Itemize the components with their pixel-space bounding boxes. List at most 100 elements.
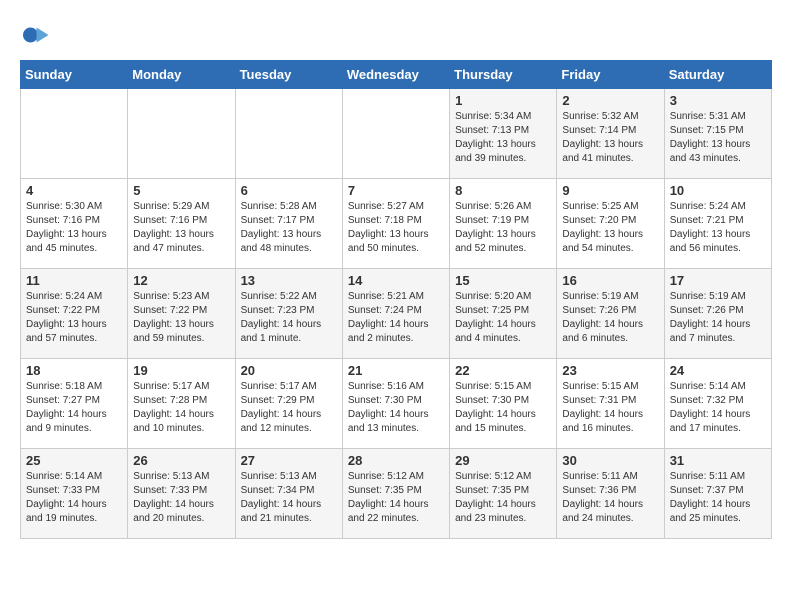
logo <box>20 20 55 50</box>
calendar-cell: 12 Sunrise: 5:23 AM Sunset: 7:22 PM Dayli… <box>128 269 235 359</box>
day-number: 22 <box>455 363 551 378</box>
day-number: 30 <box>562 453 658 468</box>
calendar-cell <box>128 89 235 179</box>
calendar-cell: 14Sunrise: 5:21 AM Sunset: 7:24 PM Dayli… <box>342 269 449 359</box>
day-info: Sunrise: 5:30 AM Sunset: 7:16 PM Dayligh… <box>26 200 122 256</box>
header-saturday: Saturday <box>664 61 771 89</box>
calendar-cell: 15 Sunrise: 5:20 AM Sunset: 7:25 PM Dayli… <box>450 269 557 359</box>
day-number: 14 <box>348 273 444 288</box>
calendar-cell: 7 Sunrise: 5:27 AM Sunset: 7:18 PM Daylig… <box>342 179 449 269</box>
day-info: Sunrise: 5:13 AM Sunset: 7:34 PM Dayligh… <box>241 470 337 526</box>
day-info: Sunrise: 5:20 AM Sunset: 7:25 PM Dayligh… <box>455 290 551 346</box>
day-info: Sunrise: 5:28 AM Sunset: 7:17 PM Dayligh… <box>241 200 337 256</box>
calendar-cell: 26 Sunrise: 5:13 AM Sunset: 7:33 PM Dayli… <box>128 449 235 539</box>
week-row-4: 25Sunrise: 5:14 AM Sunset: 7:33 PM Dayli… <box>21 449 772 539</box>
day-number: 12 <box>133 273 229 288</box>
week-row-3: 18Sunrise: 5:18 AM Sunset: 7:27 PM Dayli… <box>21 359 772 449</box>
day-info: Sunrise: 5:15 AM Sunset: 7:30 PM Dayligh… <box>455 380 551 436</box>
day-info: Sunrise: 5:23 AM Sunset: 7:22 PM Dayligh… <box>133 290 229 346</box>
day-info: Sunrise: 5:29 AM Sunset: 7:16 PM Dayligh… <box>133 200 229 256</box>
day-info: Sunrise: 5:24 AM Sunset: 7:21 PM Dayligh… <box>670 200 766 256</box>
calendar-cell: 6 Sunrise: 5:28 AM Sunset: 7:17 PM Daylig… <box>235 179 342 269</box>
day-number: 28 <box>348 453 444 468</box>
day-info: Sunrise: 5:11 AM Sunset: 7:37 PM Dayligh… <box>670 470 766 526</box>
day-number: 29 <box>455 453 551 468</box>
day-number: 23 <box>562 363 658 378</box>
day-info: Sunrise: 5:18 AM Sunset: 7:27 PM Dayligh… <box>26 380 122 436</box>
day-info: Sunrise: 5:12 AM Sunset: 7:35 PM Dayligh… <box>348 470 444 526</box>
day-info: Sunrise: 5:17 AM Sunset: 7:29 PM Dayligh… <box>241 380 337 436</box>
day-info: Sunrise: 5:32 AM Sunset: 7:14 PM Dayligh… <box>562 110 658 166</box>
day-number: 25 <box>26 453 122 468</box>
day-info: Sunrise: 5:24 AM Sunset: 7:22 PM Dayligh… <box>26 290 122 346</box>
day-number: 16 <box>562 273 658 288</box>
day-number: 5 <box>133 183 229 198</box>
calendar-cell: 10 Sunrise: 5:24 AM Sunset: 7:21 PM Dayli… <box>664 179 771 269</box>
day-info: Sunrise: 5:27 AM Sunset: 7:18 PM Dayligh… <box>348 200 444 256</box>
calendar-cell <box>235 89 342 179</box>
page-header <box>20 20 772 50</box>
day-number: 31 <box>670 453 766 468</box>
day-number: 21 <box>348 363 444 378</box>
calendar-cell: 2 Sunrise: 5:32 AM Sunset: 7:14 PM Daylig… <box>557 89 664 179</box>
calendar-cell: 18Sunrise: 5:18 AM Sunset: 7:27 PM Dayli… <box>21 359 128 449</box>
day-number: 2 <box>562 93 658 108</box>
header-thursday: Thursday <box>450 61 557 89</box>
calendar-cell: 27 Sunrise: 5:13 AM Sunset: 7:34 PM Dayli… <box>235 449 342 539</box>
day-number: 24 <box>670 363 766 378</box>
calendar-table: SundayMondayTuesdayWednesdayThursdayFrid… <box>20 60 772 539</box>
calendar-cell: 11 Sunrise: 5:24 AM Sunset: 7:22 PM Dayli… <box>21 269 128 359</box>
calendar-cell: 3Sunrise: 5:31 AM Sunset: 7:15 PM Daylig… <box>664 89 771 179</box>
day-number: 10 <box>670 183 766 198</box>
day-number: 4 <box>26 183 122 198</box>
calendar-cell: 23Sunrise: 5:15 AM Sunset: 7:31 PM Dayli… <box>557 359 664 449</box>
calendar-cell: 17 Sunrise: 5:19 AM Sunset: 7:26 PM Dayli… <box>664 269 771 359</box>
day-info: Sunrise: 5:26 AM Sunset: 7:19 PM Dayligh… <box>455 200 551 256</box>
header-tuesday: Tuesday <box>235 61 342 89</box>
calendar-cell: 4 Sunrise: 5:30 AM Sunset: 7:16 PM Daylig… <box>21 179 128 269</box>
calendar-cell: 31 Sunrise: 5:11 AM Sunset: 7:37 PM Dayli… <box>664 449 771 539</box>
logo-icon <box>20 20 50 50</box>
header-wednesday: Wednesday <box>342 61 449 89</box>
day-number: 7 <box>348 183 444 198</box>
header-friday: Friday <box>557 61 664 89</box>
day-info: Sunrise: 5:13 AM Sunset: 7:33 PM Dayligh… <box>133 470 229 526</box>
day-number: 15 <box>455 273 551 288</box>
calendar-cell: 30 Sunrise: 5:11 AM Sunset: 7:36 PM Dayli… <box>557 449 664 539</box>
calendar-cell: 21 Sunrise: 5:16 AM Sunset: 7:30 PM Dayli… <box>342 359 449 449</box>
day-number: 11 <box>26 273 122 288</box>
calendar-cell: 5 Sunrise: 5:29 AM Sunset: 7:16 PM Daylig… <box>128 179 235 269</box>
calendar-cell: 25Sunrise: 5:14 AM Sunset: 7:33 PM Dayli… <box>21 449 128 539</box>
header-sunday: Sunday <box>21 61 128 89</box>
day-info: Sunrise: 5:25 AM Sunset: 7:20 PM Dayligh… <box>562 200 658 256</box>
calendar-cell: 22 Sunrise: 5:15 AM Sunset: 7:30 PM Dayli… <box>450 359 557 449</box>
week-row-0: 1Sunrise: 5:34 AM Sunset: 7:13 PM Daylig… <box>21 89 772 179</box>
calendar-cell: 8Sunrise: 5:26 AM Sunset: 7:19 PM Daylig… <box>450 179 557 269</box>
calendar-cell <box>21 89 128 179</box>
day-info: Sunrise: 5:19 AM Sunset: 7:26 PM Dayligh… <box>670 290 766 346</box>
calendar-cell: 1Sunrise: 5:34 AM Sunset: 7:13 PM Daylig… <box>450 89 557 179</box>
header-monday: Monday <box>128 61 235 89</box>
calendar-header-row: SundayMondayTuesdayWednesdayThursdayFrid… <box>21 61 772 89</box>
calendar-cell: 20 Sunrise: 5:17 AM Sunset: 7:29 PM Dayli… <box>235 359 342 449</box>
day-number: 26 <box>133 453 229 468</box>
day-number: 20 <box>241 363 337 378</box>
calendar-cell: 29 Sunrise: 5:12 AM Sunset: 7:35 PM Dayli… <box>450 449 557 539</box>
day-info: Sunrise: 5:19 AM Sunset: 7:26 PM Dayligh… <box>562 290 658 346</box>
calendar-cell: 13Sunrise: 5:22 AM Sunset: 7:23 PM Dayli… <box>235 269 342 359</box>
day-number: 6 <box>241 183 337 198</box>
week-row-1: 4 Sunrise: 5:30 AM Sunset: 7:16 PM Daylig… <box>21 179 772 269</box>
day-number: 9 <box>562 183 658 198</box>
calendar-cell: 9 Sunrise: 5:25 AM Sunset: 7:20 PM Daylig… <box>557 179 664 269</box>
day-number: 13 <box>241 273 337 288</box>
day-info: Sunrise: 5:16 AM Sunset: 7:30 PM Dayligh… <box>348 380 444 436</box>
day-info: Sunrise: 5:11 AM Sunset: 7:36 PM Dayligh… <box>562 470 658 526</box>
day-info: Sunrise: 5:14 AM Sunset: 7:32 PM Dayligh… <box>670 380 766 436</box>
day-info: Sunrise: 5:17 AM Sunset: 7:28 PM Dayligh… <box>133 380 229 436</box>
day-number: 3 <box>670 93 766 108</box>
day-number: 17 <box>670 273 766 288</box>
day-number: 27 <box>241 453 337 468</box>
day-number: 19 <box>133 363 229 378</box>
calendar-cell: 19 Sunrise: 5:17 AM Sunset: 7:28 PM Dayli… <box>128 359 235 449</box>
day-info: Sunrise: 5:12 AM Sunset: 7:35 PM Dayligh… <box>455 470 551 526</box>
